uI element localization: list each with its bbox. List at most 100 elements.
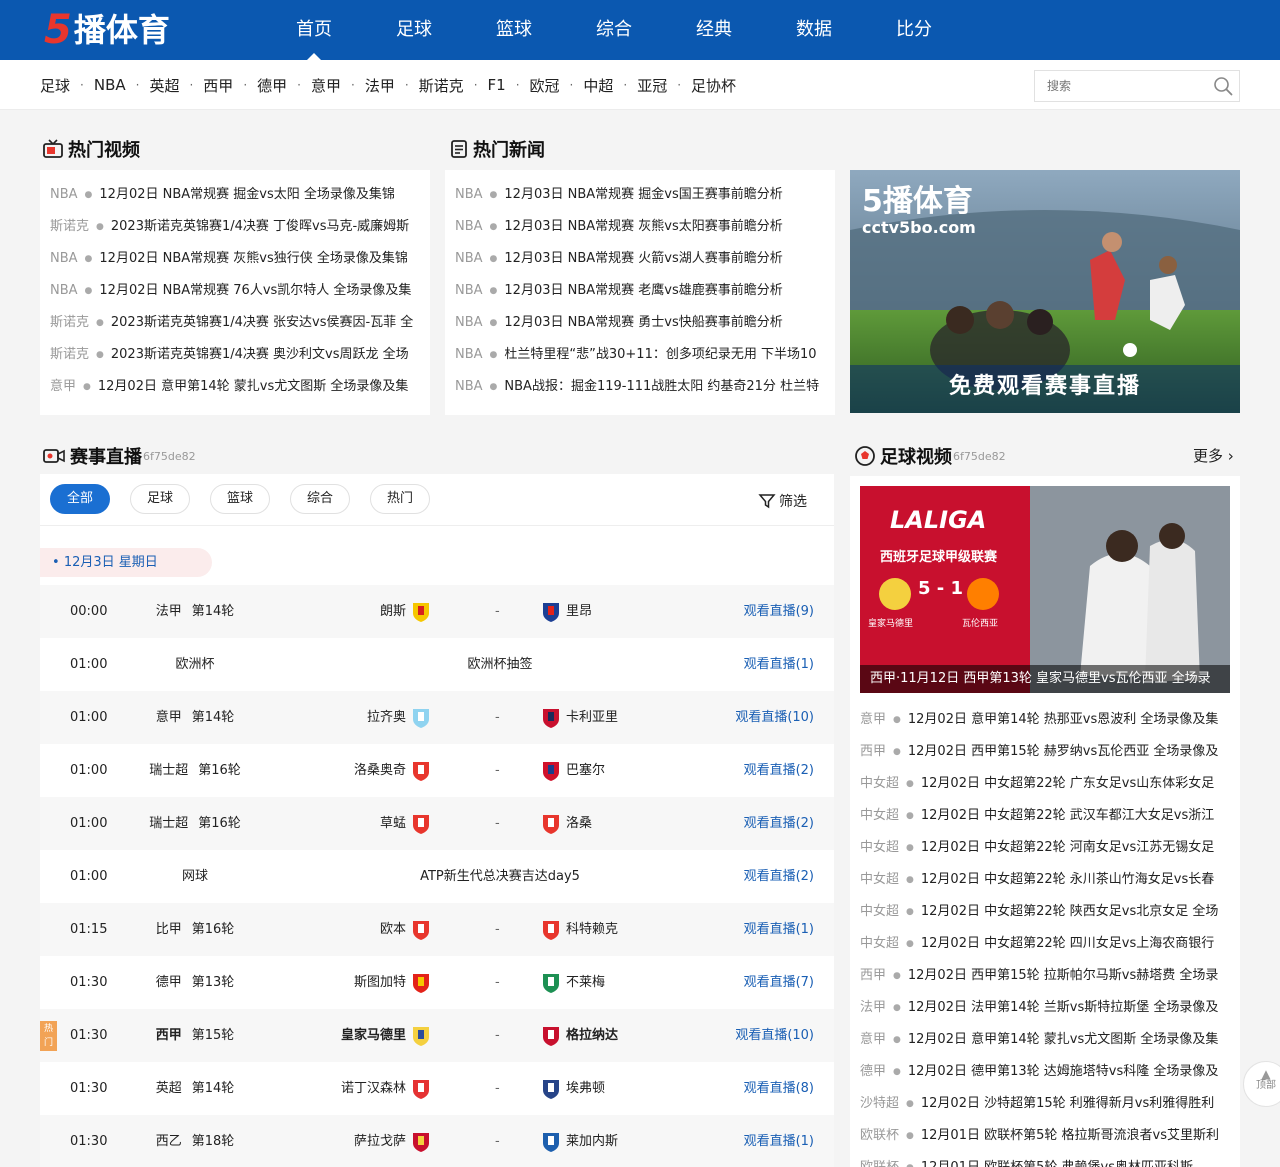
item-category: 中女超 — [860, 936, 900, 951]
home-team[interactable]: 斯图加特 — [354, 956, 432, 1009]
subnav-link[interactable]: 亚冠 — [637, 75, 667, 96]
home-team[interactable]: 皇家马德里 — [341, 1009, 432, 1062]
away-team[interactable]: 巴塞尔 — [540, 744, 605, 797]
away-team[interactable]: 格拉纳达 — [540, 1009, 618, 1062]
list-item[interactable]: 西甲 ● 12月02日 西甲第15轮 拉斯帕尔马斯vs赫塔费 全场录 — [860, 960, 1232, 992]
watch-live-link[interactable]: 观看直播(1) — [744, 903, 814, 956]
list-item[interactable]: NBA ● 12月03日 NBA常规赛 掘金vs国王赛事前瞻分析 — [455, 179, 827, 211]
list-item[interactable]: 中女超 ● 12月02日 中女超第22轮 永川茶山竹海女足vs长春 — [860, 864, 1232, 896]
watch-live-link[interactable]: 观看直播(9) — [744, 585, 814, 638]
home-team[interactable]: 萨拉戈萨 — [354, 1115, 432, 1167]
featured-video-caption[interactable]: 西甲·11月12日 西甲第13轮 皇家马德里vs瓦伦西亚 全场录 — [860, 665, 1230, 693]
subnav-link[interactable]: 斯诺克 — [419, 75, 464, 96]
list-item[interactable]: 斯诺克 ● 2023斯诺克英锦赛1/4决赛 张安达vs侯赛因-瓦菲 全 — [50, 307, 422, 339]
away-team[interactable]: 卡利亚里 — [540, 691, 618, 744]
list-item[interactable]: 中女超 ● 12月02日 中女超第22轮 陕西女足vs北京女足 全场 — [860, 896, 1232, 928]
watch-live-link[interactable]: 观看直播(10) — [735, 691, 814, 744]
football-video-title: 足球视频 — [880, 447, 952, 468]
item-category: 中女超 — [860, 808, 900, 823]
away-team[interactable]: 里昂 — [540, 585, 592, 638]
away-team[interactable]: 莱加内斯 — [540, 1115, 618, 1167]
watch-live-link[interactable]: 观看直播(2) — [744, 797, 814, 850]
home-team[interactable]: 洛桑奥奇 — [354, 744, 432, 797]
watch-live-link[interactable]: 观看直播(10) — [735, 1009, 814, 1062]
list-item[interactable]: 德甲 ● 12月02日 德甲第13轮 达姆施塔特vs科隆 全场录像及 — [860, 1056, 1232, 1088]
list-item[interactable]: NBA ● 12月03日 NBA常规赛 灰熊vs太阳赛事前瞻分析 — [455, 211, 827, 243]
subnav-link[interactable]: NBA — [94, 76, 126, 94]
nav-basketball[interactable]: 篮球 — [464, 0, 564, 60]
home-team[interactable]: 拉齐奥 — [367, 691, 432, 744]
list-item[interactable]: 欧联杯 ● 12月01日 欧联杯第5轮 弗赖堡vs奥林匹亚科斯 — [860, 1152, 1232, 1167]
subnav-link[interactable]: 德甲 — [257, 75, 287, 96]
tab-filter[interactable]: 全部 — [50, 484, 110, 514]
tab-filter[interactable]: 热门 — [370, 484, 430, 514]
list-item[interactable]: 中女超 ● 12月02日 中女超第22轮 武汉车都江大女足vs浙江 — [860, 800, 1232, 832]
watch-live-link[interactable]: 观看直播(8) — [744, 1062, 814, 1115]
list-item[interactable]: NBA ● 12月03日 NBA常规赛 老鹰vs雄鹿赛事前瞻分析 — [455, 275, 827, 307]
list-item[interactable]: NBA ● NBA战报：掘金119-111战胜太阳 约基奇21分 杜兰特 — [455, 371, 827, 403]
subnav-link[interactable]: 西甲 — [203, 75, 233, 96]
list-item[interactable]: 欧联杯 ● 12月01日 欧联杯第5轮 格拉斯哥流浪者vs艾里斯利 — [860, 1120, 1232, 1152]
site-logo[interactable]: 5 播体育 — [44, 8, 170, 52]
list-item[interactable]: NBA ● 杜兰特里程“悲”战30+11：创多项纪录无用 下半场10 — [455, 339, 827, 371]
subnav-link[interactable]: F1 — [488, 76, 506, 94]
tab-filter[interactable]: 综合 — [290, 484, 350, 514]
list-item[interactable]: NBA ● 12月02日 NBA常规赛 灰熊vs独行侠 全场录像及集锦 — [50, 243, 422, 275]
home-team[interactable]: 朗斯 — [380, 585, 432, 638]
subnav-link[interactable]: 足球 — [40, 75, 70, 96]
watch-live-link[interactable]: 观看直播(1) — [744, 1115, 814, 1167]
away-team-name: 巴塞尔 — [566, 763, 606, 778]
nav-score[interactable]: 比分 — [864, 0, 964, 60]
promo-banner[interactable]: 5播体育 cctv5bo.com 免费观看赛事直播 — [850, 170, 1240, 413]
away-team-name: 科特赖克 — [566, 922, 619, 937]
list-item[interactable]: 意甲 ● 12月02日 意甲第14轮 热那亚vs恩波利 全场录像及集 — [860, 704, 1232, 736]
list-item[interactable]: NBA ● 12月03日 NBA常规赛 火箭vs湖人赛事前瞻分析 — [455, 243, 827, 275]
subnav-link[interactable]: 法甲 — [365, 75, 395, 96]
away-team[interactable]: 埃弗顿 — [540, 1062, 605, 1115]
separator-dot: · — [404, 78, 409, 92]
list-item[interactable]: 中女超 ● 12月02日 中女超第22轮 广东女足vs山东体彩女足 — [860, 768, 1232, 800]
tab-filter[interactable]: 篮球 — [210, 484, 270, 514]
subnav-link[interactable]: 中超 — [583, 75, 613, 96]
nav-data[interactable]: 数据 — [764, 0, 864, 60]
list-item[interactable]: 斯诺克 ● 2023斯诺克英锦赛1/4决赛 奥沙利文vs周跃龙 全场 — [50, 339, 422, 371]
subnav-link[interactable]: 足协杯 — [691, 75, 736, 96]
featured-video-thumb[interactable]: LALIGA 西班牙足球甲级联赛 5 - 1 皇家马德里 瓦伦西亚 — [860, 486, 1230, 693]
list-item[interactable]: 沙特超 ● 12月02日 沙特超第15轮 利雅得新月vs利雅得胜利 — [860, 1088, 1232, 1120]
list-item[interactable]: NBA ● 12月03日 NBA常规赛 勇士vs快船赛事前瞻分析 — [455, 307, 827, 339]
subnav-link[interactable]: 英超 — [149, 75, 179, 96]
nav-home[interactable]: 首页 — [264, 0, 364, 60]
bullet: ● — [83, 382, 91, 392]
watch-live-link[interactable]: 观看直播(1) — [744, 638, 814, 691]
filter-button[interactable]: 筛选 — [758, 491, 807, 511]
more-link[interactable]: 更多 › — [1193, 445, 1234, 466]
back-to-top-button[interactable]: ▲ 顶部 — [1243, 1061, 1280, 1107]
away-team[interactable]: 科特赖克 — [540, 903, 618, 956]
list-item[interactable]: 意甲 ● 12月02日 意甲第14轮 蒙扎vs尤文图斯 全场录像及集 — [50, 371, 422, 403]
search-input[interactable] — [1035, 71, 1205, 101]
search-icon[interactable] — [1213, 76, 1233, 96]
away-team[interactable]: 不莱梅 — [540, 956, 605, 1009]
watch-live-link[interactable]: 观看直播(2) — [744, 744, 814, 797]
watch-live-link[interactable]: 观看直播(7) — [744, 956, 814, 1009]
tab-filter[interactable]: 足球 — [130, 484, 190, 514]
nav-football[interactable]: 足球 — [364, 0, 464, 60]
nav-classic[interactable]: 经典 — [664, 0, 764, 60]
home-team[interactable]: 欧本 — [380, 903, 432, 956]
list-item[interactable]: NBA ● 12月02日 NBA常规赛 76人vs凯尔特人 全场录像及集 — [50, 275, 422, 307]
nav-general[interactable]: 综合 — [564, 0, 664, 60]
list-item[interactable]: NBA ● 12月02日 NBA常规赛 掘金vs太阳 全场录像及集锦 — [50, 179, 422, 211]
list-item[interactable]: 斯诺克 ● 2023斯诺克英锦赛1/4决赛 丁俊晖vs马克-威廉姆斯 — [50, 211, 422, 243]
list-item[interactable]: 中女超 ● 12月02日 中女超第22轮 四川女足vs上海农商银行 — [860, 928, 1232, 960]
list-item[interactable]: 意甲 ● 12月02日 意甲第14轮 蒙扎vs尤文图斯 全场录像及集 — [860, 1024, 1232, 1056]
home-team[interactable]: 诺丁汉森林 — [341, 1062, 432, 1115]
list-item[interactable]: 中女超 ● 12月02日 中女超第22轮 河南女足vs江苏无锡女足 — [860, 832, 1232, 864]
subnav-link[interactable]: 意甲 — [311, 75, 341, 96]
list-item[interactable]: 西甲 ● 12月02日 西甲第15轮 赫罗纳vs瓦伦西亚 全场录像及 — [860, 736, 1232, 768]
away-team[interactable]: 洛桑 — [540, 797, 592, 850]
home-team[interactable]: 草蜢 — [380, 797, 432, 850]
banner-slogan: 免费观看赛事直播 — [948, 374, 1141, 399]
subnav-link[interactable]: 欧冠 — [530, 75, 560, 96]
list-item[interactable]: 法甲 ● 12月02日 法甲第14轮 兰斯vs斯特拉斯堡 全场录像及 — [860, 992, 1232, 1024]
watch-live-link[interactable]: 观看直播(2) — [744, 850, 814, 903]
